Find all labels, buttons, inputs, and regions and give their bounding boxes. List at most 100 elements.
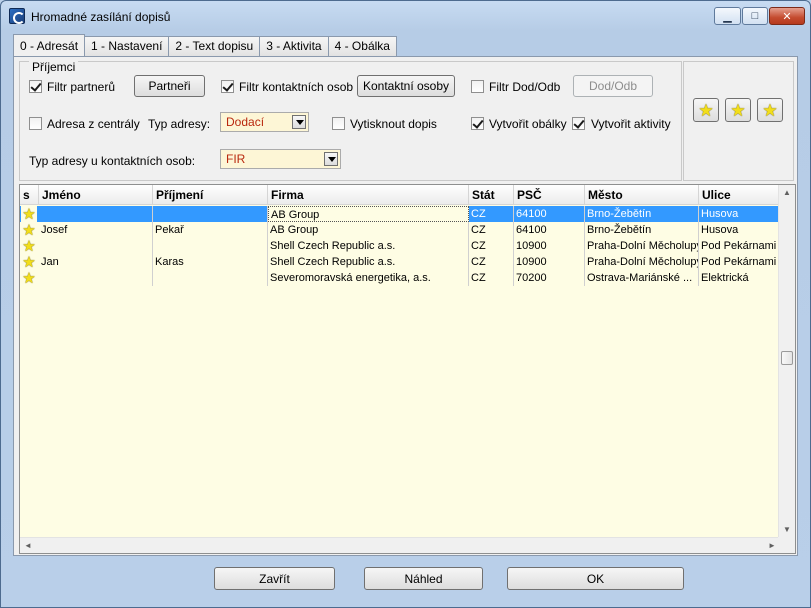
filtr-dododb-label: Filtr Dod/Odb [489, 80, 561, 94]
vertical-scrollbar[interactable]: ▲ ▼ [778, 185, 795, 538]
cell-firma[interactable]: AB Group [268, 222, 469, 238]
kontaktni-osoby-button[interactable]: Kontaktní osoby [357, 75, 455, 97]
cell-firma[interactable]: AB Group [268, 206, 469, 222]
star-add-button[interactable]: ★ [725, 98, 751, 122]
typ-adresy-select[interactable]: Dodací [220, 112, 309, 132]
cell-mesto[interactable]: Praha-Dolní Měcholupy [585, 254, 699, 270]
chevron-down-icon[interactable] [324, 152, 338, 166]
table-row[interactable]: ★ Jan Karas Shell Czech Republic a.s. CZ 1090… [20, 254, 780, 270]
scroll-right-icon[interactable]: ► [768, 541, 776, 550]
typ-adresy-label: Typ adresy: [148, 117, 211, 131]
column-header-s[interactable]: s [20, 185, 39, 205]
title-bar[interactable]: Hromadné zasílání dopisů ▁ □ ✕ [1, 1, 810, 31]
cell-jmeno[interactable] [39, 238, 153, 254]
scroll-left-icon[interactable]: ◄ [24, 541, 32, 550]
cell-stat[interactable]: CZ [469, 270, 514, 286]
column-header-firma[interactable]: Firma [268, 185, 469, 205]
tab-text-dopisu[interactable]: 2 - Text dopisu [168, 36, 261, 56]
cell-stat[interactable]: CZ [469, 206, 514, 222]
maximize-button[interactable]: □ [742, 7, 768, 25]
cell-stat[interactable]: CZ [469, 238, 514, 254]
column-header-prijmeni[interactable]: Příjmení [153, 185, 268, 205]
cell-prijmeni[interactable]: Pekař [153, 222, 268, 238]
row-star-icon[interactable]: ★ [21, 206, 37, 222]
close-button[interactable]: ✕ [769, 7, 805, 25]
filtr-partneru-checkbox[interactable] [29, 80, 42, 93]
table-row[interactable]: ★ Severomoravská energetika, a.s. CZ 70200 O… [20, 270, 780, 286]
adresa-z-centraly-label: Adresa z centrály [47, 117, 140, 131]
dododb-button[interactable]: Dod/Odb [573, 75, 653, 97]
typ-adresy-kontakt-select[interactable]: FIR [220, 149, 341, 169]
cell-ulice[interactable]: Elektrická [699, 270, 780, 286]
recipients-group: Příjemci Filtr partnerů Partneři Filtr k… [19, 60, 682, 181]
cell-mesto[interactable]: Praha-Dolní Měcholupy [585, 238, 699, 254]
nahled-button[interactable]: Náhled [364, 567, 483, 590]
row-star-icon[interactable]: ★ [21, 254, 37, 270]
cell-firma[interactable]: Severomoravská energetika, a.s. [268, 270, 469, 286]
cell-psc[interactable]: 10900 [514, 238, 585, 254]
column-header-stat[interactable]: Stát [469, 185, 514, 205]
row-star-icon[interactable]: ★ [21, 270, 37, 286]
cell-psc[interactable]: 10900 [514, 254, 585, 270]
table-row[interactable]: ★ Shell Czech Republic a.s. CZ 10900 Praha-D… [20, 238, 780, 254]
cell-firma[interactable]: Shell Czech Republic a.s. [268, 254, 469, 270]
cell-ulice[interactable]: Pod Pekárnami [699, 254, 780, 270]
minimize-button[interactable]: ▁ [714, 7, 741, 25]
cell-stat[interactable]: CZ [469, 222, 514, 238]
row-star-icon[interactable]: ★ [21, 238, 37, 254]
filtr-kontaktnich-label: Filtr kontaktních osob [239, 80, 354, 94]
tab-obalka[interactable]: 4 - Obálka [327, 36, 397, 56]
cell-prijmeni[interactable] [153, 270, 268, 286]
star-edit-icon: ★ [762, 100, 778, 120]
star-action-box: ★ ★ ★ [683, 61, 794, 181]
ok-button[interactable]: OK [507, 567, 684, 590]
star-button[interactable]: ★ [693, 98, 719, 122]
table-row[interactable]: ★ AB Group CZ 64100 Brno-Žebětín Husova [20, 206, 780, 222]
zavrit-button[interactable]: Zavřít [214, 567, 335, 590]
column-header-psc[interactable]: PSČ [514, 185, 585, 205]
scroll-up-icon[interactable]: ▲ [783, 188, 791, 197]
filtr-kontaktnich-checkbox[interactable] [221, 80, 234, 93]
cell-ulice[interactable]: Husova [699, 222, 780, 238]
horizontal-scrollbar[interactable]: ◄ ► [20, 537, 780, 553]
cell-mesto[interactable]: Ostrava-Mariánské ... [585, 270, 699, 286]
table-row[interactable]: ★ Josef Pekař AB Group CZ 64100 Brno-Žebětín Hu… [20, 222, 780, 238]
vytisknout-dopis-label: Vytisknout dopis [350, 117, 437, 131]
vertical-scroll-thumb[interactable] [781, 351, 793, 365]
column-header-ulice[interactable]: Ulice [699, 185, 780, 205]
cell-jmeno[interactable] [39, 206, 153, 222]
column-header-jmeno[interactable]: Jméno [39, 185, 153, 205]
cell-prijmeni[interactable] [153, 206, 268, 222]
cell-prijmeni[interactable] [153, 238, 268, 254]
scroll-corner [778, 537, 795, 553]
cell-ulice[interactable]: Pod Pekárnami [699, 238, 780, 254]
cell-ulice[interactable]: Husova [699, 206, 780, 222]
tab-nastaveni[interactable]: 1 - Nastavení [84, 36, 170, 56]
row-star-icon[interactable]: ★ [21, 222, 37, 238]
adresa-z-centraly-checkbox[interactable] [29, 117, 42, 130]
filtr-dododb-checkbox[interactable] [471, 80, 484, 93]
vytvorit-obalky-checkbox[interactable] [471, 117, 484, 130]
cell-firma[interactable]: Shell Czech Republic a.s. [268, 238, 469, 254]
star-edit-button[interactable]: ★ [757, 98, 783, 122]
typ-adresy-kontakt-label: Typ adresy u kontaktních osob: [29, 154, 196, 168]
chevron-down-icon[interactable] [292, 115, 306, 129]
vytisknout-dopis-checkbox[interactable] [332, 117, 345, 130]
cell-psc[interactable]: 64100 [514, 222, 585, 238]
tab-aktivita[interactable]: 3 - Aktivita [259, 36, 329, 56]
cell-psc[interactable]: 64100 [514, 206, 585, 222]
cell-mesto[interactable]: Brno-Žebětín [585, 222, 699, 238]
scroll-down-icon[interactable]: ▼ [783, 525, 791, 534]
cell-jmeno[interactable]: Josef [39, 222, 153, 238]
tab-adresat[interactable]: 0 - Adresát [13, 34, 86, 56]
cell-jmeno[interactable]: Jan [39, 254, 153, 270]
cell-psc[interactable]: 70200 [514, 270, 585, 286]
partneri-button[interactable]: Partneři [134, 75, 205, 97]
cell-prijmeni[interactable]: Karas [153, 254, 268, 270]
cell-jmeno[interactable] [39, 270, 153, 286]
column-header-mesto[interactable]: Město [585, 185, 699, 205]
recipients-grid[interactable]: s Jméno Příjmení Firma Stát PSČ Město Ul… [19, 184, 796, 554]
cell-stat[interactable]: CZ [469, 254, 514, 270]
vytvorit-aktivity-checkbox[interactable] [572, 117, 585, 130]
cell-mesto[interactable]: Brno-Žebětín [585, 206, 699, 222]
